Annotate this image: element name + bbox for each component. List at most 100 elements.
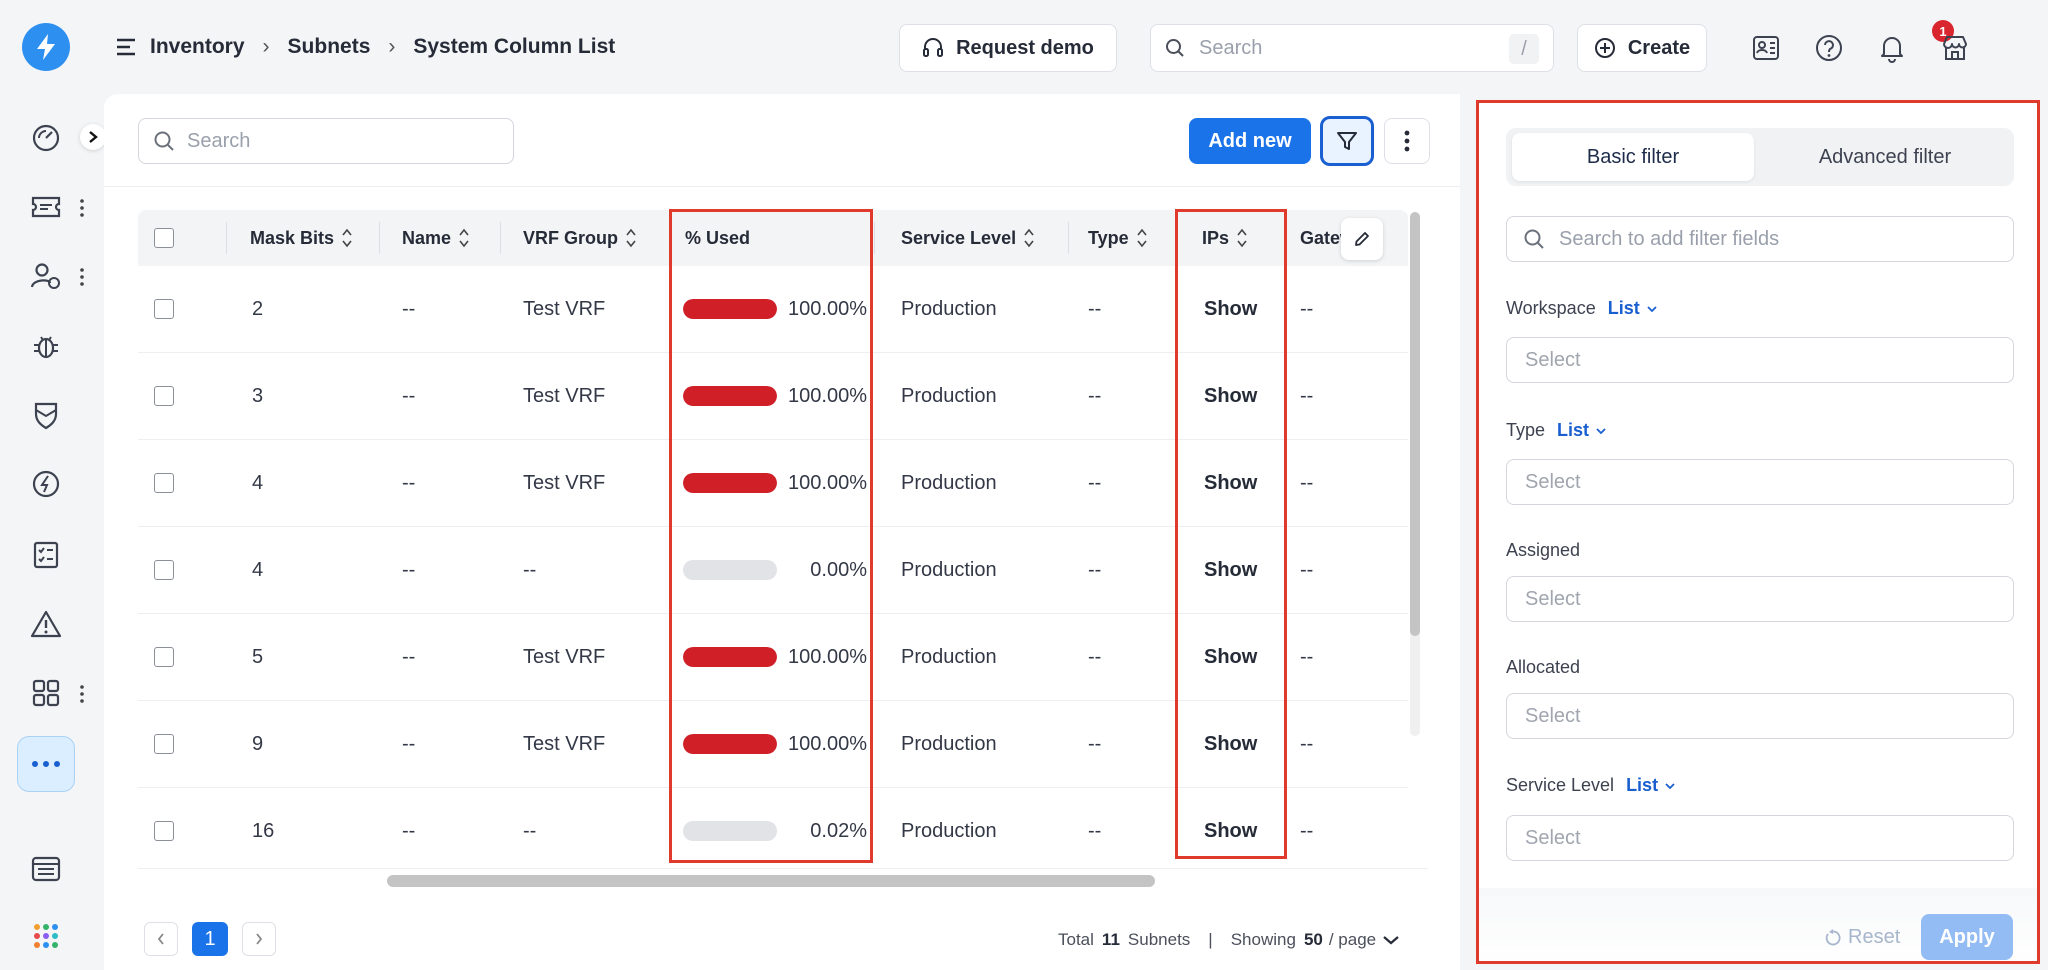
warning-icon[interactable] [26,604,66,644]
request-demo-button[interactable]: Request demo [899,24,1117,72]
add-new-button[interactable]: Add new [1189,118,1311,164]
prev-page-button[interactable] [144,922,178,956]
sort-icon[interactable] [342,228,352,248]
breadcrumb-inventory[interactable]: Inventory [150,35,245,59]
used-progress-bar [683,734,777,754]
expand-nav-button[interactable] [80,124,106,150]
page-1-button[interactable]: 1 [192,922,228,956]
ticket-icon[interactable] [26,187,66,227]
menu-toggle-icon[interactable] [116,38,136,61]
horizontal-scrollbar-thumb[interactable] [387,875,1155,887]
show-ips-link[interactable]: Show [1204,614,1257,700]
allocated-select[interactable]: Select [1506,693,2014,739]
row-checkbox[interactable] [154,440,174,526]
sort-icon[interactable] [459,228,469,248]
help-icon[interactable] [1809,28,1849,68]
dashboard-gauge-icon[interactable] [26,118,66,158]
subnets-table: Mask Bits Name VRF Group % Used Service … [138,210,1408,864]
sort-icon[interactable] [1237,228,1247,248]
column-header-type[interactable]: Type [1088,210,1147,266]
horizontal-scrollbar[interactable] [138,868,1428,888]
apps-grid-icon[interactable] [26,673,66,713]
column-header-vrf-group[interactable]: VRF Group [523,210,636,266]
page-size-select[interactable]: 50 / page [1304,930,1400,950]
change-icon[interactable] [26,464,66,504]
table-row[interactable]: 9 -- Test VRF 100.00% Production -- Show -- [138,701,1408,788]
type-mode-dropdown[interactable]: List [1557,420,1607,441]
contacts-icon[interactable] [1746,28,1786,68]
next-page-button[interactable] [242,922,276,956]
vrf-group-cell: Test VRF [523,732,606,755]
more-menu-button[interactable] [17,736,75,792]
row-checkbox[interactable] [154,614,174,700]
edit-columns-button[interactable] [1341,218,1383,260]
show-ips-link[interactable]: Show [1204,266,1257,352]
row-checkbox[interactable] [154,353,174,439]
table-row[interactable]: 4 -- -- 0.00% Production -- Show -- [138,527,1408,614]
used-percent: 0.02% [810,819,867,842]
show-ips-link[interactable]: Show [1204,440,1257,526]
filter-field-search-input[interactable]: Search to add filter fields [1506,216,2014,262]
apply-button[interactable]: Apply [1921,914,2013,960]
row-checkbox[interactable] [154,788,174,864]
catalog-icon[interactable] [26,849,66,889]
tab-basic-filter[interactable]: Basic filter [1512,133,1754,181]
assigned-filter-label: Assigned [1506,540,1581,560]
workspace-mode-dropdown[interactable]: List [1608,298,1658,319]
used-cell: 100.00% [683,353,867,439]
column-divider [379,222,380,254]
sort-icon[interactable] [1024,228,1034,248]
list-search-input[interactable]: Search [138,118,514,164]
select-all-checkbox[interactable] [154,210,174,266]
show-ips-link[interactable]: Show [1204,788,1257,864]
row-checkbox[interactable] [154,701,174,787]
tab-advanced-filter[interactable]: Advanced filter [1762,133,2008,181]
column-header-used[interactable]: % Used [685,210,750,266]
vrf-group-cell: -- [523,558,537,581]
bell-icon[interactable] [1872,28,1912,68]
table-row[interactable]: 3 -- Test VRF 100.00% Production -- Show -- [138,353,1408,440]
app-launcher-icon[interactable] [26,916,66,956]
show-ips-link[interactable]: Show [1204,353,1257,439]
service-level-mode-dropdown[interactable]: List [1626,775,1676,796]
service-level-filter-label: Service Level List [1506,775,1676,796]
sort-icon[interactable] [1137,228,1147,248]
service-level-select[interactable]: Select [1506,815,2014,861]
breadcrumb-subnets[interactable]: Subnets [288,35,371,59]
app-logo-icon[interactable] [22,23,70,71]
user-more-icon[interactable] [76,265,88,289]
ticket-more-icon[interactable] [76,196,88,220]
apps-more-icon[interactable] [76,682,88,706]
type-cell: -- [1088,732,1102,755]
sort-icon[interactable] [626,228,636,248]
column-header-service-level[interactable]: Service Level [901,210,1034,266]
table-row[interactable]: 4 -- Test VRF 100.00% Production -- Show -- [138,440,1408,527]
more-actions-button[interactable] [1384,118,1430,164]
type-select[interactable]: Select [1506,459,2014,505]
vertical-scrollbar[interactable] [1410,212,1420,736]
checklist-icon[interactable] [26,535,66,575]
assigned-select[interactable]: Select [1506,576,2014,622]
bug-icon[interactable] [26,326,66,366]
gateway-cell: -- [1300,384,1314,407]
store-icon[interactable] [1935,28,1975,68]
column-header-ips[interactable]: IPs [1202,210,1247,266]
show-ips-link[interactable]: Show [1204,527,1257,613]
global-search-input[interactable]: Search / [1150,24,1554,72]
vertical-scrollbar-thumb[interactable] [1410,212,1420,636]
workspace-select[interactable]: Select [1506,337,2014,383]
row-checkbox[interactable] [154,527,174,613]
column-header-mask-bits[interactable]: Mask Bits [250,210,352,266]
table-row[interactable]: 5 -- Test VRF 100.00% Production -- Show -- [138,614,1408,701]
create-button[interactable]: Create [1577,24,1707,72]
user-settings-icon[interactable] [26,256,66,296]
reset-button[interactable]: Reset [1824,926,1900,949]
row-checkbox[interactable] [154,266,174,352]
table-row[interactable]: 2 -- Test VRF 100.00% Production -- Show -- [138,266,1408,353]
filter-toggle-button[interactable] [1320,116,1374,166]
column-header-name[interactable]: Name [402,210,469,266]
table-row[interactable]: 16 -- -- 0.02% Production -- Show -- [138,788,1408,864]
service-level-cell: Production [901,732,997,755]
shield-icon[interactable] [26,395,66,435]
show-ips-link[interactable]: Show [1204,701,1257,787]
